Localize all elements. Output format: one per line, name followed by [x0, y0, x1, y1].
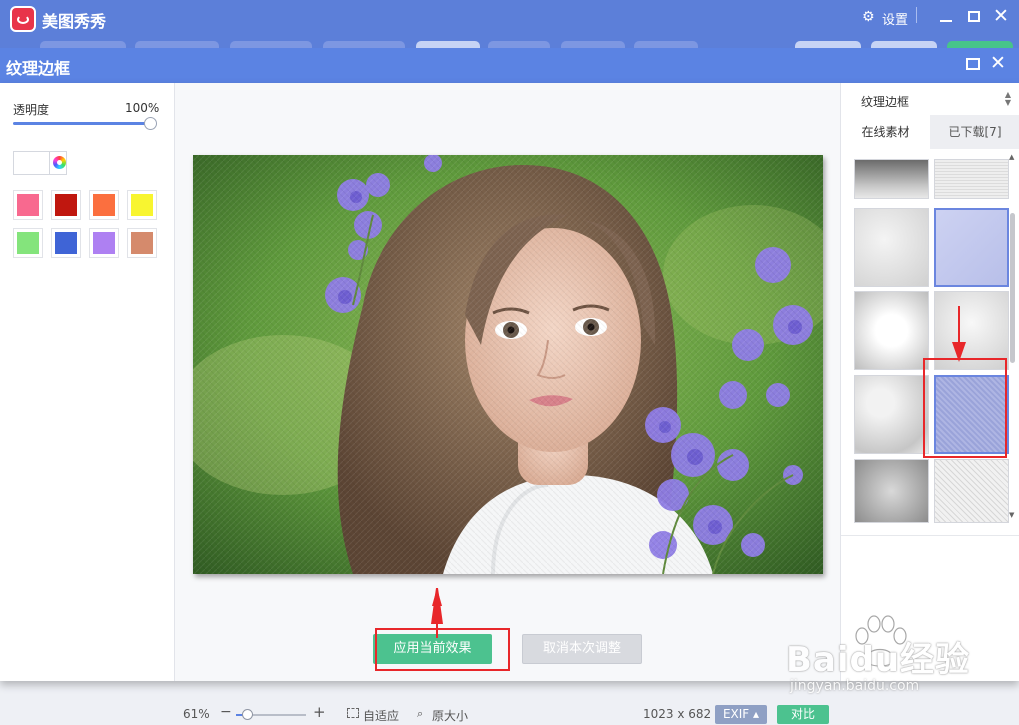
color-swatch[interactable]	[127, 228, 157, 258]
divider	[916, 7, 917, 23]
exif-button[interactable]: EXIF ▴	[715, 705, 767, 724]
annotation-arrow-icon	[952, 306, 966, 362]
fit-window-label[interactable]: 自适应	[363, 707, 399, 724]
color-swatch-fill	[17, 232, 39, 254]
texture-thumbnail[interactable]	[854, 159, 929, 199]
material-tabs: 在线素材 已下载[7]	[841, 115, 1019, 149]
annotation-arrow-icon	[431, 588, 443, 638]
category-dropdown-value: 纹理边框	[861, 95, 910, 109]
edited-photo	[193, 155, 823, 574]
divider	[49, 152, 50, 174]
save-button[interactable]	[947, 41, 1013, 48]
opacity-slider[interactable]	[13, 122, 153, 125]
dialog-maximize-icon[interactable]	[966, 58, 980, 70]
close-icon: ✕	[993, 5, 1009, 27]
actual-size-label[interactable]: 原大小	[432, 707, 468, 724]
color-swatch[interactable]	[51, 228, 81, 258]
app-title: 美图秀秀	[42, 12, 107, 31]
app-action-button[interactable]	[871, 41, 937, 48]
app-tab[interactable]	[323, 41, 405, 48]
gear-icon[interactable]: ⚙	[862, 10, 876, 24]
magnifier-icon[interactable]: ⌕	[417, 707, 423, 721]
texture-thumbnail-selected[interactable]	[934, 208, 1009, 287]
scroll-up-arrow-icon[interactable]: ▲	[1009, 153, 1014, 161]
app-window: 美图秀秀 ⚙ 设置 ✕ 纹理边框 ✕ 透明度 100% 应用当前效果 取消本次调…	[0, 0, 1019, 725]
color-swatch-fill	[131, 232, 153, 254]
app-tab[interactable]	[488, 41, 550, 48]
dialog-title: 纹理边框	[6, 59, 71, 78]
color-swatch-fill	[131, 194, 153, 216]
settings-label[interactable]: 设置	[882, 9, 908, 28]
color-swatch[interactable]	[13, 190, 43, 220]
updown-arrows-icon: ▲ ▼	[1004, 90, 1011, 107]
scrollbar-thumb[interactable]	[1010, 213, 1015, 363]
divider	[841, 535, 1019, 536]
color-swatch[interactable]	[89, 190, 119, 220]
texture-thumbnail[interactable]	[854, 375, 929, 454]
scrollbar[interactable]: ▲ ▼	[1009, 153, 1016, 523]
baidu-watermark: Baidu经验 jingyan.baidu.com	[780, 612, 1010, 702]
tab-online-materials[interactable]: 在线素材	[841, 115, 930, 149]
dialog-close-icon[interactable]: ✕	[990, 52, 1006, 74]
color-swatch[interactable]	[13, 228, 43, 258]
dialog-header: 纹理边框 ✕	[0, 48, 1019, 83]
left-settings-panel: 透明度 100%	[0, 83, 175, 681]
opacity-slider-handle[interactable]	[144, 117, 157, 130]
zoom-out-icon[interactable]: −	[220, 704, 232, 720]
color-swatch-fill	[93, 232, 115, 254]
category-dropdown[interactable]: 纹理边框 ▲ ▼	[851, 87, 1015, 113]
zoom-in-icon[interactable]: +	[313, 703, 326, 721]
minimize-button[interactable]	[935, 6, 957, 28]
opacity-value: 100%	[125, 101, 160, 115]
color-swatch-fill	[55, 194, 77, 216]
app-tab[interactable]	[135, 41, 219, 48]
app-close-button[interactable]: ✕	[991, 5, 1013, 28]
watermark-brand: Baidu经验	[786, 640, 971, 680]
minimize-icon	[940, 20, 952, 22]
dialog-body: 透明度 100% 应用当前效果 取消本次调整 纹理边框 ▲ ▼ 在线素材 已下载…	[0, 83, 1019, 681]
watermark-site: jingyan.baidu.com	[790, 678, 920, 694]
maximize-button[interactable]	[963, 6, 985, 28]
zoom-level: 61%	[183, 707, 210, 721]
texture-thumbnail-grid: ▲ ▼	[841, 149, 1019, 525]
maximize-icon	[968, 11, 980, 22]
color-swatch-fill	[93, 194, 115, 216]
meitu-logo-icon	[10, 6, 36, 32]
texture-thumbnail[interactable]	[934, 159, 1009, 199]
tab-downloaded[interactable]: 已下载[7]	[930, 115, 1019, 149]
highlight-box	[923, 358, 1007, 458]
cancel-adjustment-button[interactable]: 取消本次调整	[522, 634, 642, 664]
canvas-area: 应用当前效果 取消本次调整	[175, 83, 840, 681]
scroll-down-arrow-icon[interactable]: ▼	[1009, 511, 1014, 519]
fit-window-icon[interactable]	[347, 708, 359, 718]
compare-button[interactable]: 对比	[777, 705, 829, 724]
texture-thumbnail[interactable]	[854, 208, 929, 287]
color-wheel-icon[interactable]	[53, 156, 66, 169]
color-swatch[interactable]	[89, 228, 119, 258]
texture-thumbnail[interactable]	[854, 459, 929, 523]
color-swatch-fill	[55, 232, 77, 254]
status-bar: 61% − + 自适应 ⌕ 原大小 1023 x 682 EXIF ▴ 对比	[0, 700, 1019, 725]
color-swatch[interactable]	[51, 190, 81, 220]
app-tab[interactable]	[634, 41, 698, 48]
zoom-slider-handle[interactable]	[242, 709, 253, 720]
app-action-button[interactable]	[795, 41, 861, 48]
app-title-bar: 美图秀秀 ⚙ 设置 ✕	[0, 0, 1019, 48]
photo-image	[193, 155, 823, 574]
texture-thumbnail[interactable]	[854, 291, 929, 370]
opacity-label: 透明度	[13, 103, 50, 117]
app-tab[interactable]	[40, 41, 126, 48]
color-swatch[interactable]	[127, 190, 157, 220]
color-swatch-fill	[17, 194, 39, 216]
app-tab[interactable]	[230, 41, 312, 48]
app-tab[interactable]	[561, 41, 625, 48]
texture-thumbnail[interactable]	[934, 459, 1009, 523]
color-picker-field[interactable]	[13, 151, 67, 175]
app-tab-active[interactable]	[416, 41, 480, 48]
image-dimensions: 1023 x 682	[643, 707, 712, 721]
